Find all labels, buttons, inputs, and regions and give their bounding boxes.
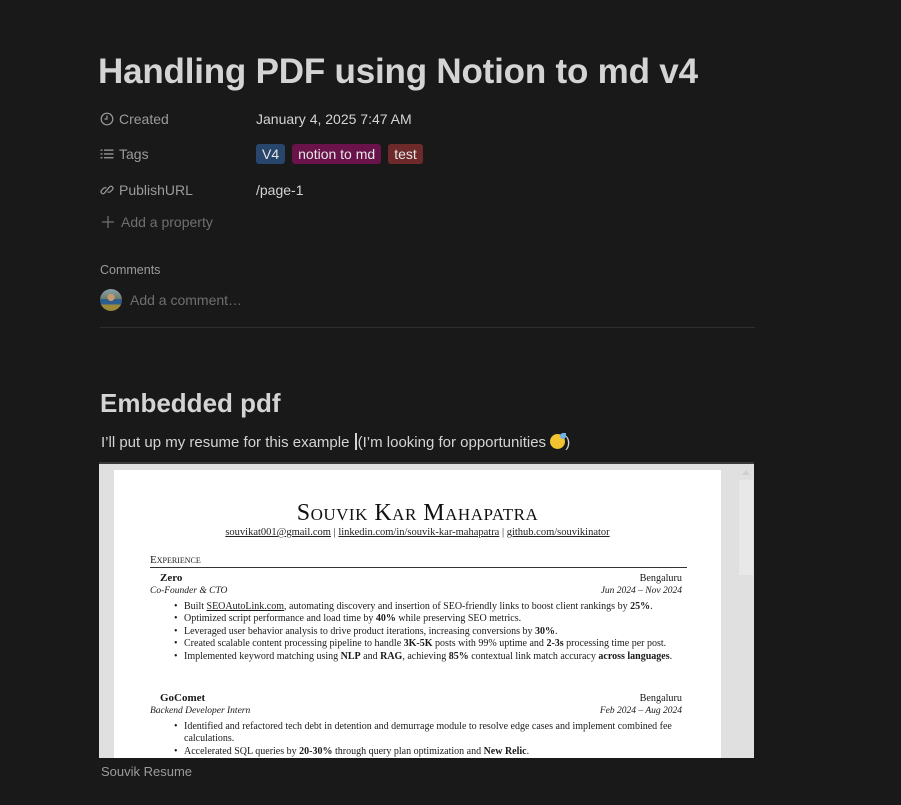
add-property-button[interactable]: Add a property xyxy=(100,214,213,230)
paragraph[interactable]: I’ll put up my resume for this example (… xyxy=(101,433,570,451)
job-company: Zero xyxy=(160,572,183,584)
comment-row: Add a comment… xyxy=(100,289,242,311)
clock-icon xyxy=(100,112,114,126)
resume-github-link[interactable]: github.com/souvikinator xyxy=(507,527,610,538)
job-bullet: Accelerated SQL queries by 20-30% throug… xyxy=(174,746,682,758)
pdf-caption[interactable]: Souvik Resume xyxy=(101,764,192,779)
section-heading[interactable]: Embedded pdf xyxy=(100,388,281,419)
paragraph-text: ) xyxy=(565,434,571,451)
pdf-embed[interactable]: Souvik Kar Mahapatra souvikat001@gmail.c… xyxy=(99,462,754,758)
tag-test[interactable]: test xyxy=(388,144,423,164)
job-bullet: Implemented keyword matching using NLP a… xyxy=(174,651,682,664)
job-bullets: Identified and refactored tech debt in d… xyxy=(150,721,682,758)
add-property-label: Add a property xyxy=(121,214,213,230)
pdf-page: Souvik Kar Mahapatra souvikat001@gmail.c… xyxy=(114,470,721,758)
property-created: Created January 4, 2025 7:47 AM xyxy=(100,107,760,131)
resume-contact: souvikat001@gmail.com | linkedin.com/in/… xyxy=(114,527,721,538)
property-label[interactable]: PublishURL xyxy=(100,182,256,198)
scroll-up-arrow-icon[interactable] xyxy=(742,470,750,475)
job-bullet: Built SEOAutoLink.com, automating discov… xyxy=(174,601,682,614)
job-dates: Jun 2024 – Nov 2024 xyxy=(600,586,682,596)
scrollbar-thumb[interactable] xyxy=(739,480,753,575)
tags-value[interactable]: V4 notion to md test xyxy=(256,144,423,164)
resume-job: GoComet Bengaluru Backend Developer Inter… xyxy=(150,692,682,758)
paragraph-text: I’ll put up my resume for this example xyxy=(101,434,354,451)
tag-v4[interactable]: V4 xyxy=(256,144,286,164)
resume-name: Souvik Kar Mahapatra xyxy=(296,500,539,526)
divider xyxy=(100,327,755,328)
link-icon xyxy=(100,185,114,195)
pdf-scrollbar[interactable] xyxy=(738,464,754,758)
text-caret xyxy=(354,433,357,450)
property-label-text: Created xyxy=(119,111,169,127)
property-label[interactable]: Tags xyxy=(100,146,256,162)
property-label-text: Tags xyxy=(119,146,149,162)
job-bullet: Identified and refactored tech debt in d… xyxy=(174,721,682,746)
job-company: GoComet xyxy=(160,692,206,704)
job-location: Bengaluru xyxy=(639,573,682,584)
avatar xyxy=(100,289,122,311)
job-bullet: Leveraged user behavior analysis to driv… xyxy=(174,626,682,639)
comment-input[interactable]: Add a comment… xyxy=(130,292,242,308)
job-bullets: Built SEOAutoLink.com, automating discov… xyxy=(150,601,682,663)
page-title[interactable]: Handling PDF using Notion to md v4 xyxy=(98,52,698,92)
property-tags: Tags V4 notion to md test xyxy=(100,142,760,166)
property-label-text: PublishURL xyxy=(119,182,193,198)
job-location: Bengaluru xyxy=(639,693,682,704)
paragraph-text: (I’m looking for opportunities xyxy=(357,434,551,451)
publish-url-value[interactable]: /page-1 xyxy=(256,182,303,198)
resume-linkedin-link[interactable]: linkedin.com/in/souvik-kar-mahapatra xyxy=(338,527,499,538)
job-bullet: Created scalable content processing pipe… xyxy=(174,638,682,651)
separator: | xyxy=(499,527,507,538)
property-publish-url: PublishURL /page-1 xyxy=(100,178,760,202)
plus-icon xyxy=(102,216,114,228)
resume-job: Zero Bengaluru Co-Founder & CTO Jun 2024 –… xyxy=(150,572,682,663)
job-role: Backend Developer Intern xyxy=(150,706,251,716)
created-value: January 4, 2025 7:47 AM xyxy=(256,111,412,127)
job-bullet: Optimized script performance and load ti… xyxy=(174,613,682,626)
tag-notion-to-md[interactable]: notion to md xyxy=(292,144,382,164)
list-icon xyxy=(100,149,114,159)
job-role: Co-Founder & CTO xyxy=(150,586,228,596)
sweat-smile-emoji-icon xyxy=(550,433,567,449)
property-label[interactable]: Created xyxy=(100,111,256,127)
resume-section-heading: Experience xyxy=(150,554,687,568)
resume-email-link[interactable]: souvikat001@gmail.com xyxy=(225,527,331,538)
job-dates: Feb 2024 – Aug 2024 xyxy=(599,706,682,716)
comments-label: Comments xyxy=(100,263,161,277)
